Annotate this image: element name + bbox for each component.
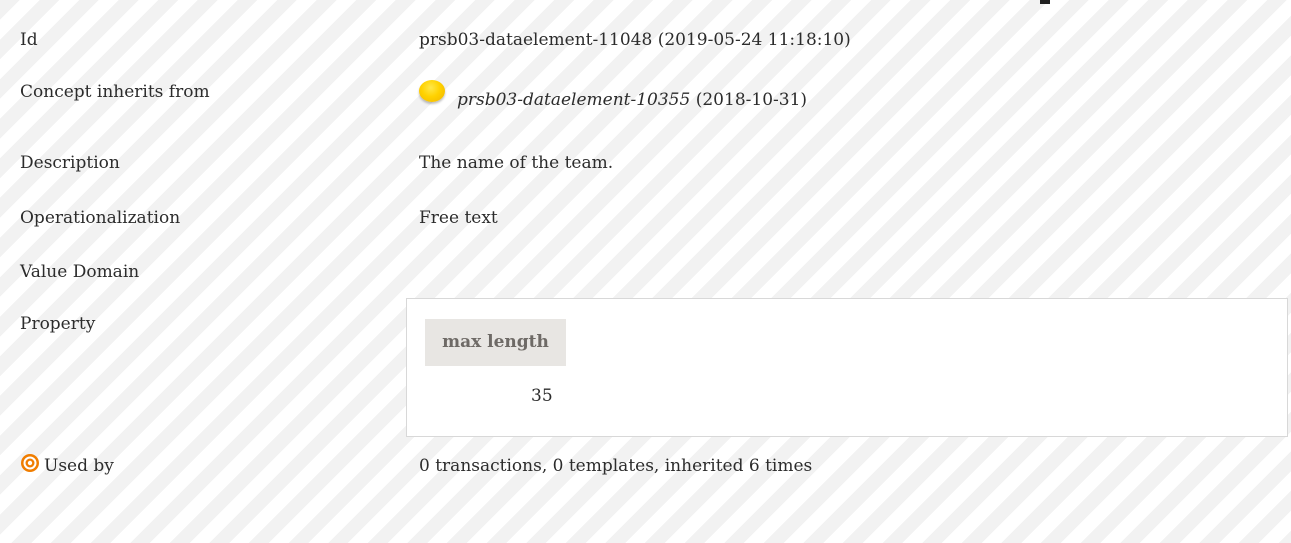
inherits-text: prsb03-dataelement-10355 (2018-10-31) [457,90,807,110]
property-table: max length 35 [406,298,1288,437]
used-by-label: Used by [44,456,114,476]
yellow-circle-icon [419,80,445,102]
used-by-value: 0 transactions, 0 templates, inherited 6… [419,456,813,476]
top-edge-mark [1040,0,1050,4]
description-value: The name of the team. [419,153,614,173]
inherits-label: Concept inherits from [20,82,210,102]
property-label: Property [20,314,96,334]
property-header-max-length: max length [425,319,566,366]
operationalization-label: Operationalization [20,208,181,228]
property-value-max-length: 35 [531,386,553,406]
target-icon [21,454,39,472]
id-label: Id [20,30,38,50]
inherits-link[interactable]: prsb03-dataelement-10355 [457,90,690,110]
inherits-date: (2018-10-31) [695,90,808,110]
value-domain-label: Value Domain [20,262,140,282]
description-label: Description [20,153,120,173]
operationalization-value: Free text [419,208,498,228]
id-value: prsb03-dataelement-11048 (2019-05-24 11:… [419,30,851,50]
